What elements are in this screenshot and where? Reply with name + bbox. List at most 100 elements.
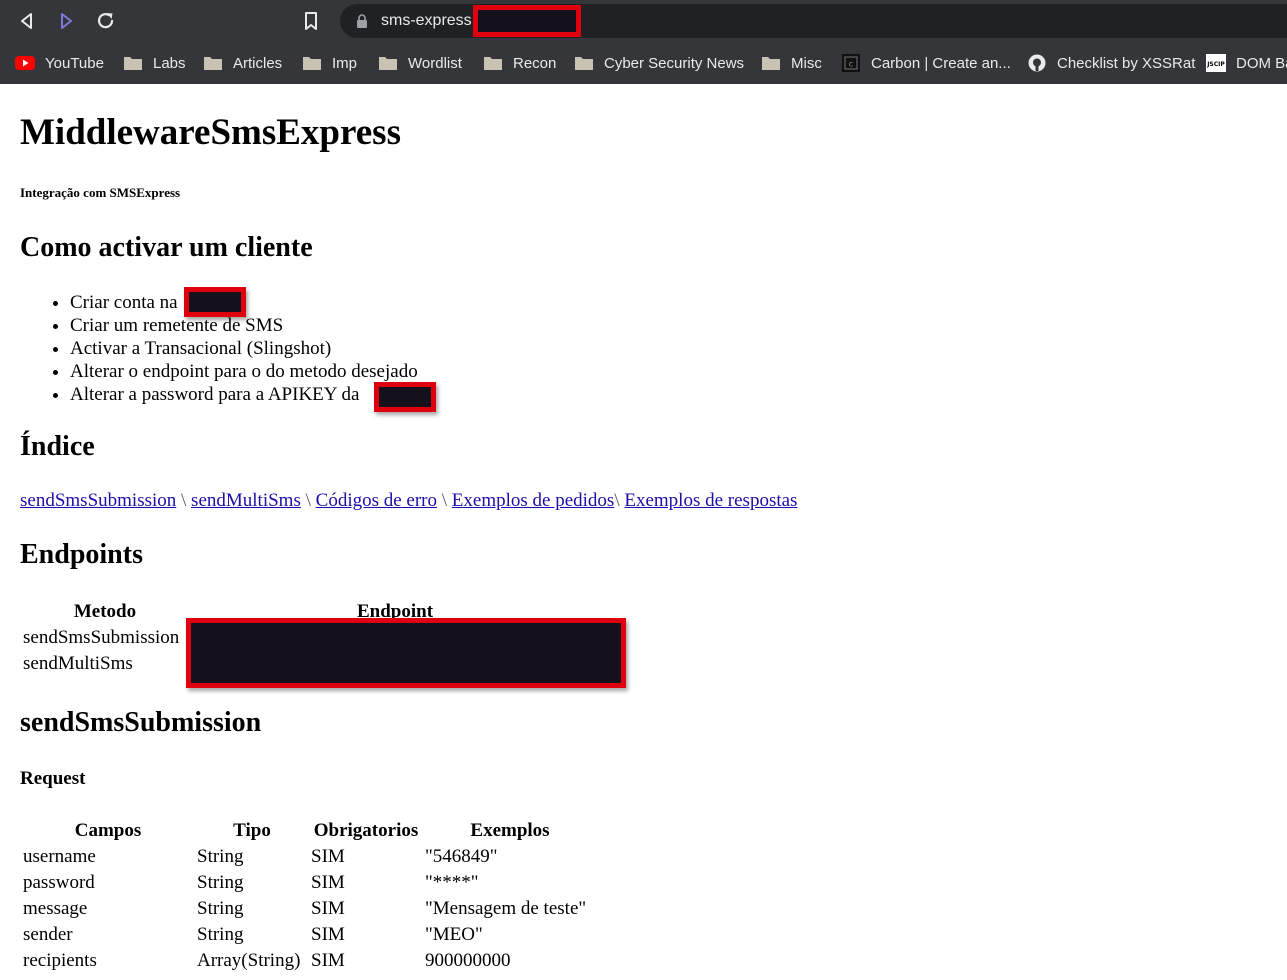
example-cell: "****"	[425, 872, 479, 893]
bookmark-articles[interactable]: Articles	[203, 51, 282, 75]
column-header: Metodo	[73, 601, 137, 622]
bookmark-imp[interactable]: Imp	[302, 51, 357, 75]
list-item: Alterar o endpoint para o do metodo dese…	[70, 360, 418, 383]
link-exemplos-de-pedidos[interactable]: Exemplos de pedidos	[452, 490, 615, 511]
type-cell: String	[197, 898, 244, 919]
field-name-cell: sender	[23, 924, 73, 945]
reload-icon[interactable]	[93, 8, 119, 34]
link-send-multi-sms[interactable]: sendMultiSms	[191, 490, 301, 511]
activate-heading: Como activar um cliente	[20, 232, 313, 263]
page-title: MiddlewareSmsExpress	[20, 112, 401, 153]
table-row: password String SIM "****"	[22, 871, 596, 895]
example-cell: "Mensagem de teste"	[425, 898, 587, 919]
list-item: Activar a Transacional (Slingshot)	[70, 337, 418, 360]
bookmark-labs[interactable]: Labs	[123, 51, 186, 75]
bookmark-dom-ba[interactable]: JSCIP DOM Ba	[1206, 51, 1287, 75]
bookmark-label: Cyber Security News	[604, 54, 745, 72]
link-codigos-de-erro[interactable]: Códigos de erro	[316, 490, 437, 511]
bookmark-cyber-security-news[interactable]: Cyber Security News	[574, 51, 744, 75]
browser-chrome: sms-express YouTube Labs Articles Imp Wo…	[0, 0, 1287, 84]
link-send-sms-submission[interactable]: sendSmsSubmission	[20, 490, 176, 511]
required-cell: SIM	[311, 950, 345, 971]
table-row: username String SIM "546849"	[22, 845, 596, 869]
svg-text:JSCIP: JSCIP	[1206, 61, 1225, 68]
bookmark-carbon[interactable]: c Carbon | Create an...	[841, 51, 1011, 75]
required-cell: SIM	[311, 872, 345, 893]
link-separator: \	[614, 490, 620, 511]
request-table: Campos Tipo Obrigatorios Exemplos userna…	[20, 817, 598, 975]
forward-icon[interactable]	[53, 8, 79, 34]
list-item: Alterar a password para a APIKEY da	[70, 383, 418, 406]
page-subtitle: Integração com SMSExpress	[20, 185, 181, 200]
column-header: Tipo	[233, 820, 271, 841]
column-header: Campos	[74, 820, 142, 841]
folder-icon	[203, 54, 223, 72]
bookmark-label: DOM Ba	[1236, 54, 1287, 72]
example-cell: "546849"	[425, 846, 498, 867]
list-item: Criar um remetente de SMS	[70, 314, 418, 337]
svg-text:c: c	[849, 60, 853, 69]
column-header: Exemplos	[470, 820, 550, 841]
table-header-row: Campos Tipo Obrigatorios Exemplos	[22, 819, 596, 843]
folder-icon	[378, 54, 398, 72]
required-cell: SIM	[311, 846, 345, 867]
index-links: sendSmsSubmission \ sendMultiSms \ Códig…	[20, 490, 797, 512]
jscip-icon: JSCIP	[1206, 54, 1226, 72]
field-name-cell: username	[23, 846, 96, 867]
link-exemplos-de-respostas[interactable]: Exemplos de respostas	[624, 490, 797, 511]
bookmark-label: Checklist by XSSRat	[1057, 54, 1196, 72]
bookmark-label: YouTube	[45, 54, 104, 72]
bookmark-label: Misc	[791, 54, 822, 72]
link-separator: \	[441, 490, 448, 511]
request-heading: Request	[20, 768, 86, 789]
table-row: message String SIM "Mensagem de teste"	[22, 897, 596, 921]
carbon-icon: c	[841, 54, 861, 72]
bookmark-youtube[interactable]: YouTube	[15, 51, 104, 75]
example-cell: 900000000	[425, 950, 511, 971]
field-name-cell: recipients	[23, 950, 97, 971]
field-name-cell: message	[23, 898, 88, 919]
bookmark-label: Recon	[513, 54, 557, 72]
bookmark-wordlist[interactable]: Wordlist	[378, 51, 462, 75]
url-text[interactable]: sms-express	[381, 12, 472, 30]
folder-icon	[302, 54, 322, 72]
lock-icon	[355, 14, 369, 28]
browser-toolbar: sms-express	[0, 0, 1287, 42]
bookmark-checklist-xssrat[interactable]: Checklist by XSSRat	[1027, 51, 1195, 75]
index-heading: Índice	[20, 431, 95, 462]
bookmark-page-icon[interactable]	[300, 10, 322, 32]
bookmark-label: Articles	[233, 54, 283, 72]
bookmark-label: Labs	[153, 54, 186, 72]
bookmark-label: Carbon | Create an...	[871, 54, 1011, 72]
bookmark-label: Wordlist	[408, 54, 462, 72]
type-cell: String	[197, 872, 244, 893]
link-separator: \	[181, 490, 187, 511]
type-cell: String	[197, 924, 244, 945]
example-cell: "MEO"	[425, 924, 483, 945]
provider-name-redaction	[184, 287, 246, 317]
send-sms-submission-heading: sendSmsSubmission	[20, 707, 262, 738]
endpoints-heading: Endpoints	[20, 539, 143, 570]
youtube-icon	[15, 54, 35, 72]
url-redaction	[473, 5, 581, 37]
type-cell: String	[197, 846, 244, 867]
folder-icon	[761, 54, 781, 72]
table-row: recipients Array(String) SIM 900000000	[22, 949, 596, 973]
required-cell: SIM	[311, 924, 345, 945]
folder-icon	[574, 54, 594, 72]
folder-icon	[483, 54, 503, 72]
method-cell: sendSmsSubmission	[23, 627, 180, 648]
required-cell: SIM	[311, 898, 345, 919]
endpoint-url-redaction	[186, 618, 626, 688]
bookmarks-bar: YouTube Labs Articles Imp Wordlist Recon…	[0, 42, 1287, 84]
method-cell: sendMultiSms	[23, 653, 133, 674]
back-icon[interactable]	[14, 8, 40, 34]
column-header: Obrigatorios	[313, 820, 419, 841]
table-row: sender String SIM "MEO"	[22, 923, 596, 947]
link-separator: \	[305, 490, 311, 511]
bookmark-recon[interactable]: Recon	[483, 51, 556, 75]
field-name-cell: password	[23, 872, 95, 893]
type-cell: Array(String)	[197, 950, 301, 971]
folder-icon	[123, 54, 143, 72]
bookmark-misc[interactable]: Misc	[761, 51, 822, 75]
